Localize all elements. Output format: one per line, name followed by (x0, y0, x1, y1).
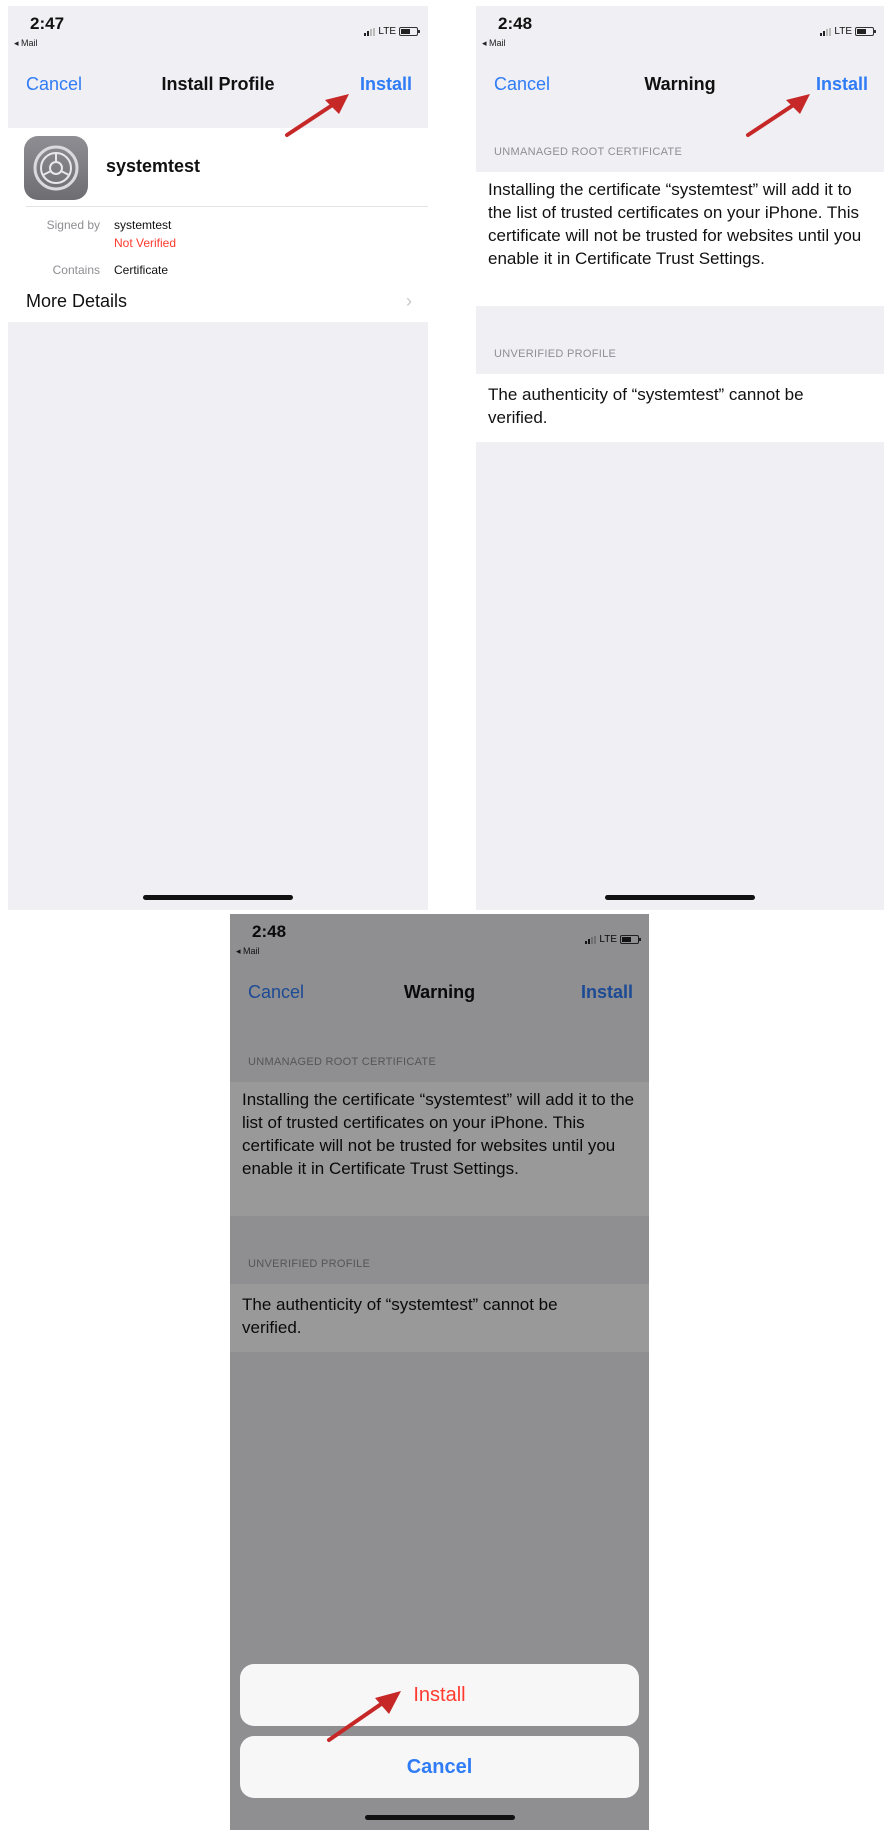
home-indicator (364, 1815, 515, 1820)
signed-by-value: systemtest (114, 218, 172, 232)
unverified-profile-section: The authenticity of “systemtest” cannot … (476, 374, 884, 442)
action-sheet-cancel-button[interactable]: Cancel (240, 1736, 639, 1798)
more-details-label: More Details (26, 291, 128, 311)
cancel-button[interactable]: Cancel (26, 74, 82, 95)
settings-gear-icon (24, 136, 88, 200)
root-certificate-section: Installing the certificate “systemtest” … (476, 172, 884, 306)
install-button[interactable]: Install (360, 74, 412, 95)
contains-label: Contains (52, 263, 100, 277)
verification-status: Not Verified (114, 236, 177, 250)
status-time: 2:47 (30, 14, 65, 33)
home-indicator (143, 895, 293, 900)
profile-name: systemtest (106, 156, 201, 176)
install-button[interactable]: Install (816, 74, 868, 95)
back-to-mail-link[interactable]: ◂ Mail (14, 38, 38, 49)
root-certificate-text: Installing the certificate “systemtest” … (488, 180, 862, 268)
battery-icon (855, 27, 876, 36)
back-to-mail-link[interactable]: ◂ Mail (482, 38, 506, 49)
divider (26, 206, 428, 207)
network-type: LTE (378, 26, 396, 37)
screen-warning-action-sheet: 2:48 ◂ Mail LTE Cancel Warning Install U… (230, 914, 649, 1830)
chevron-right-icon: › (406, 291, 412, 311)
status-indicators: LTE (820, 26, 876, 37)
signal-bars-icon (364, 27, 376, 36)
status-bar: 2:47 ◂ Mail LTE (8, 6, 428, 48)
more-details-row[interactable]: More Details › (8, 286, 428, 322)
section-header-root-certificate: UNMANAGED ROOT CERTIFICATE (494, 146, 683, 158)
section-header-unverified-profile: UNVERIFIED PROFILE (494, 348, 617, 360)
status-time: 2:48 (498, 14, 533, 33)
home-indicator (605, 895, 755, 900)
action-sheet-install-button[interactable]: Install (240, 1664, 639, 1726)
network-type: LTE (834, 26, 852, 37)
status-bar: 2:48 ◂ Mail LTE (476, 6, 884, 48)
signal-bars-icon (820, 27, 832, 36)
navigation-bar: Cancel Install Profile Install (8, 62, 428, 112)
screen-warning: 2:48 ◂ Mail LTE Cancel Warning Install U… (476, 6, 884, 910)
screen-install-profile: 2:47 ◂ Mail LTE Cancel Install Profile I… (8, 6, 428, 910)
contains-value: Certificate (114, 263, 169, 277)
status-indicators: LTE (364, 26, 420, 37)
cancel-button[interactable]: Cancel (494, 74, 550, 95)
navigation-bar: Cancel Warning Install (476, 62, 884, 112)
battery-icon (399, 27, 420, 36)
signed-by-label: Signed by (46, 218, 100, 232)
unverified-profile-text: The authenticity of “systemtest” cannot … (488, 385, 804, 427)
